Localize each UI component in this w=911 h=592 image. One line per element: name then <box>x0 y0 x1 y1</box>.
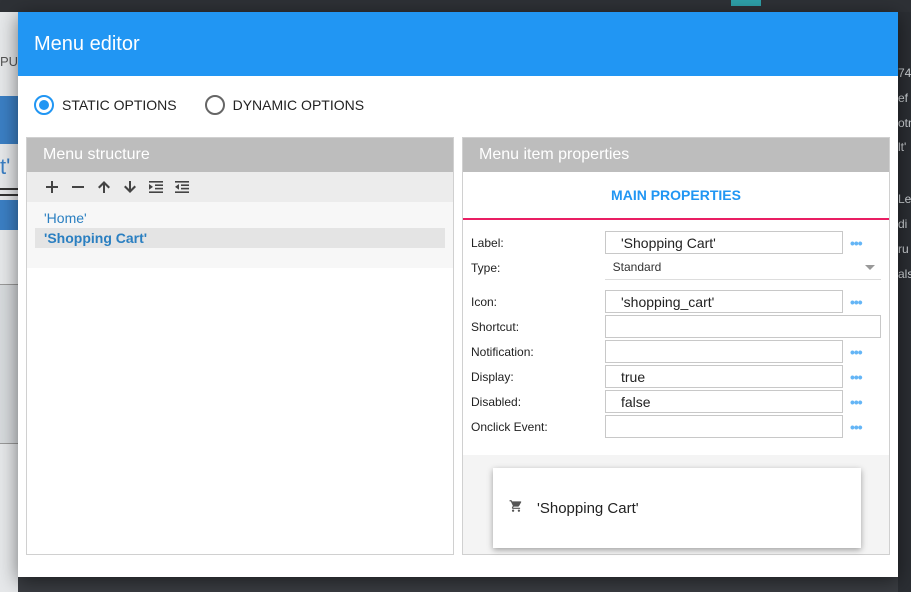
move-up-icon[interactable] <box>91 177 117 197</box>
background-text: ru <box>898 242 909 256</box>
background-text: t' <box>0 154 11 179</box>
field-label: Shortcut: <box>471 319 520 334</box>
display-row: Display: true ••• <box>471 364 881 389</box>
field-label: Notification: <box>471 344 534 359</box>
background-right-pane: 74 ef otn lt' Le di ru als <box>898 12 911 592</box>
dialog-title: Menu editor <box>34 32 140 55</box>
add-icon[interactable] <box>39 177 65 197</box>
chevron-down-icon <box>865 264 875 270</box>
background-divider <box>0 194 18 196</box>
field-label: Display: <box>471 369 514 384</box>
menu-item-preview: 'Shopping Cart' <box>493 468 861 548</box>
label-field[interactable]: 'Shopping Cart' <box>605 231 843 254</box>
properties-tabbar: MAIN PROPERTIES <box>463 172 889 220</box>
background-text: Le <box>898 192 911 206</box>
dynamic-options-radio[interactable]: DYNAMIC OPTIONS <box>204 95 365 115</box>
display-field[interactable]: true <box>605 365 843 388</box>
radio-checked-icon <box>34 95 54 115</box>
icon-field[interactable]: 'shopping_cart' <box>605 290 843 313</box>
type-select[interactable]: Standard <box>604 256 881 280</box>
background-text: di <box>898 217 908 231</box>
background-text: ef <box>898 91 909 105</box>
radio-label: DYNAMIC OPTIONS <box>232 97 365 113</box>
shortcut-field[interactable] <box>604 315 881 338</box>
radio-label: STATIC OPTIONS <box>62 97 177 113</box>
indent-icon[interactable] <box>143 177 169 197</box>
shortcut-row: Shortcut: <box>471 314 881 339</box>
preview-label: 'Shopping Cart' <box>537 499 639 517</box>
background-block <box>0 284 18 444</box>
background-left-pane: PU t' <box>0 12 18 592</box>
disabled-field[interactable]: false <box>605 390 843 413</box>
menu-structure-panel: Menu structure 'Home' 'Shopping Cart' <box>26 137 454 555</box>
static-options-radio[interactable]: STATIC OPTIONS <box>34 95 177 115</box>
background-divider <box>0 188 18 190</box>
tab-main-properties[interactable]: MAIN PROPERTIES <box>611 187 741 203</box>
type-row: Type: Standard <box>471 255 881 280</box>
more-icon[interactable]: ••• <box>850 294 863 310</box>
menu-tree: 'Home' 'Shopping Cart' <box>27 202 453 268</box>
disabled-row: Disabled: false ••• <box>471 389 881 414</box>
menu-editor-dialog: Menu editor STATIC OPTIONS DYNAMIC OPTIO… <box>18 12 898 577</box>
options-mode-group: STATIC OPTIONS DYNAMIC OPTIONS <box>18 76 898 134</box>
move-down-icon[interactable] <box>117 177 143 197</box>
background-text: otn <box>898 116 911 130</box>
outdent-icon[interactable] <box>169 177 195 197</box>
field-label: Onclick Event: <box>471 419 548 434</box>
background-toolbar <box>0 0 911 12</box>
field-label: Icon: <box>471 294 498 309</box>
background-text: PU <box>0 54 19 69</box>
icon-row: Icon: 'shopping_cart' ••• <box>471 289 881 314</box>
tree-item-shopping-cart[interactable]: 'Shopping Cart' <box>35 228 445 248</box>
radio-unchecked-icon <box>204 95 225 115</box>
more-icon[interactable]: ••• <box>850 394 863 410</box>
label-row: Label: 'Shopping Cart' ••• <box>471 230 881 255</box>
onclick-event-field[interactable] <box>605 415 843 438</box>
background-tab <box>731 0 761 6</box>
background-text: 74 <box>898 66 911 80</box>
more-icon[interactable]: ••• <box>850 369 863 385</box>
more-icon[interactable]: ••• <box>850 235 863 251</box>
notification-row: Notification: ••• <box>471 339 881 364</box>
field-label: Label: <box>471 235 504 250</box>
notification-field[interactable] <box>605 340 843 363</box>
type-select-value: Standard <box>612 260 662 274</box>
background-footer <box>18 577 898 592</box>
more-icon[interactable]: ••• <box>850 419 863 435</box>
field-label: Disabled: <box>471 394 522 409</box>
tree-item-home[interactable]: 'Home' <box>35 208 445 228</box>
dialog-header: Menu editor <box>18 12 898 76</box>
onclick-row: Onclick Event: ••• <box>471 414 881 439</box>
panel-title: Menu structure <box>27 138 453 172</box>
structure-toolbar <box>27 172 453 202</box>
more-icon[interactable]: ••• <box>850 344 863 360</box>
panel-title: Menu item properties <box>463 138 889 172</box>
shopping-cart-icon <box>509 499 523 518</box>
field-label: Type: <box>471 260 501 275</box>
properties-form: Label: 'Shopping Cart' ••• Type: Standar… <box>463 220 889 455</box>
background-block <box>0 96 18 144</box>
background-block <box>0 200 18 230</box>
background-text: lt' <box>898 140 907 154</box>
remove-icon[interactable] <box>65 177 91 197</box>
background-text: als <box>898 267 911 281</box>
menu-item-properties-panel: Menu item properties MAIN PROPERTIES Lab… <box>462 137 890 555</box>
